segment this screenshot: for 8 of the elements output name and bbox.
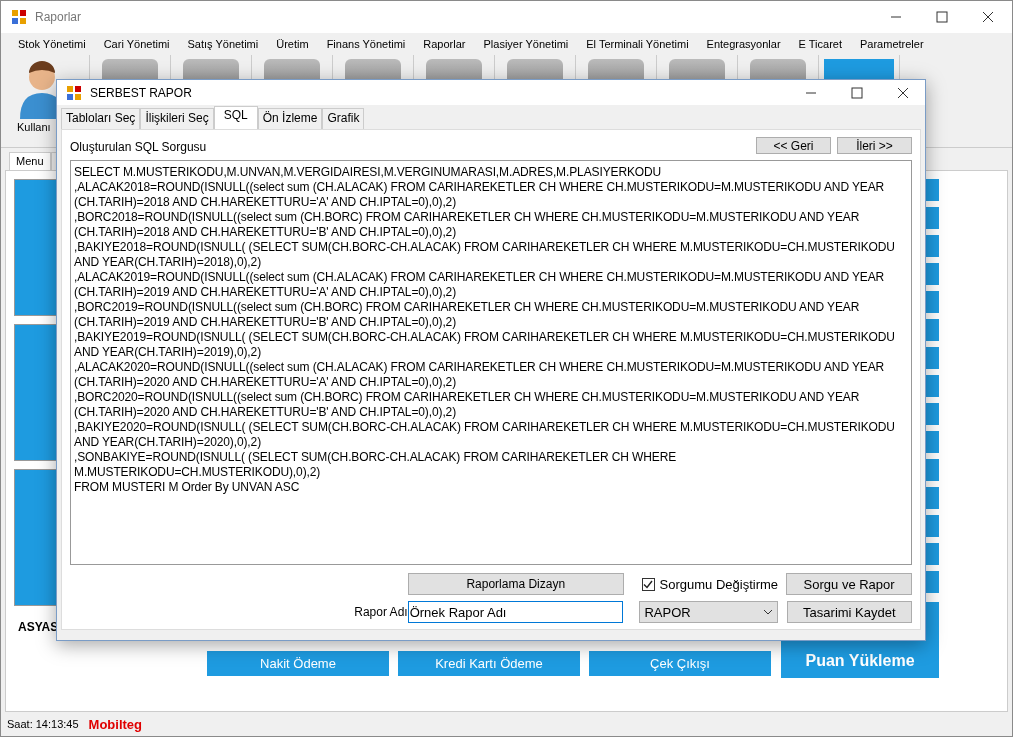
company-label: ASYAS [17,620,60,634]
brand-text: Mobilteg [88,716,142,732]
user-label: Kullanı [17,121,51,133]
sql-label: Oluşturulan SQL Sorgusu [70,140,207,154]
dialog-title: SERBEST RAPOR [90,85,192,100]
name-label: Rapor Adı [353,605,408,619]
clock-text: Saat: 14:13:45 [7,718,79,730]
window-title: Raporlar [35,10,82,24]
